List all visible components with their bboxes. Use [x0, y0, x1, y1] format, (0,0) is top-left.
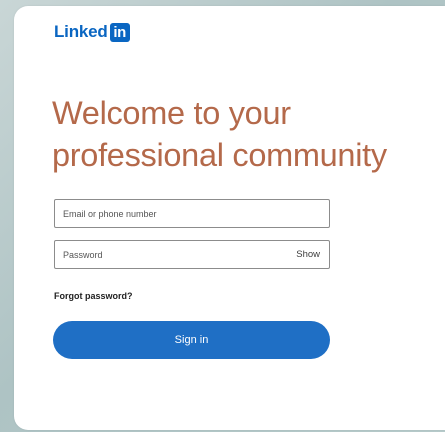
email-input[interactable]: [55, 200, 329, 227]
sign-in-button[interactable]: Sign in: [53, 321, 330, 359]
forgot-password-link[interactable]: Forgot password?: [54, 291, 133, 301]
logo-in-badge-icon: in: [109, 22, 130, 42]
page-title: Welcome to your professional community: [52, 95, 387, 173]
password-input[interactable]: [55, 241, 329, 268]
email-field[interactable]: [54, 199, 330, 228]
linkedin-logo[interactable]: Linked in: [54, 22, 130, 42]
show-password-toggle[interactable]: Show: [296, 241, 320, 268]
logo-wordmark: Linked: [54, 22, 108, 41]
password-field[interactable]: Show: [54, 240, 330, 269]
login-card: Linked in Welcome to your professional c…: [14, 6, 445, 430]
